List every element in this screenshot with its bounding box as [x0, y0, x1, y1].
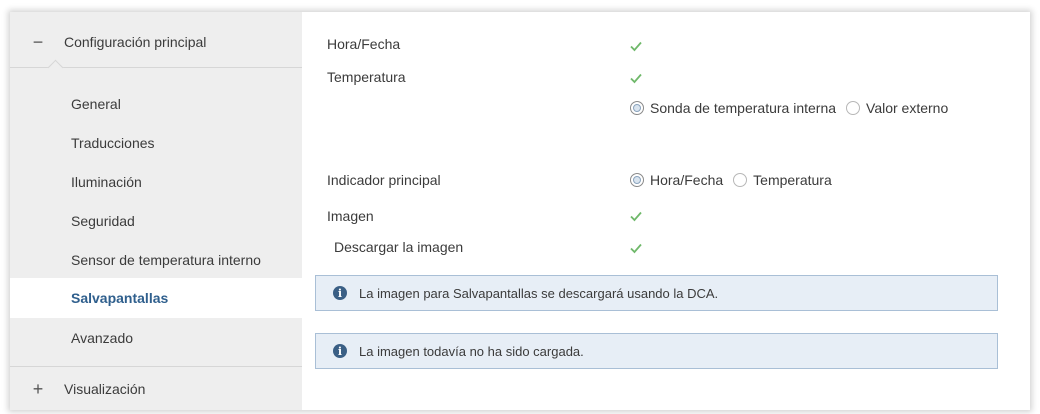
- radio-hora-fecha[interactable]: Hora/Fecha: [630, 172, 723, 188]
- sidebar-item-label: Sensor de temperatura interno: [71, 252, 261, 268]
- temperatura-source-radio-group: Sonda de temperatura interna Valor exter…: [630, 100, 958, 116]
- radio-label: Sonda de temperatura interna: [650, 100, 837, 116]
- checkmark-icon: [630, 41, 642, 52]
- sidebar-item-label: Avanzado: [71, 330, 134, 346]
- sidebar-item-label: Seguridad: [71, 213, 135, 229]
- radio-button[interactable]: [733, 173, 748, 187]
- checkmark-icon: [630, 73, 642, 84]
- hora-fecha-label: Hora/Fecha: [327, 36, 401, 52]
- sidebar-group-visualizacion[interactable]: + Visualización: [10, 367, 302, 410]
- descargar-imagen-checkbox[interactable]: [629, 241, 643, 255]
- radio-label: Temperatura: [753, 172, 832, 188]
- radio-valor-externo[interactable]: Valor externo: [846, 100, 948, 116]
- sidebar-divider: [10, 59, 302, 76]
- sidebar-item-label: Traducciones: [71, 135, 155, 151]
- sidebar-group-label: Visualización: [64, 381, 146, 397]
- sidebar-item-label: Salvapantallas: [71, 290, 169, 306]
- sidebar-item-avanzado[interactable]: Avanzado: [10, 320, 302, 356]
- radio-label: Valor externo: [866, 100, 949, 116]
- checkmark-icon: [630, 243, 642, 254]
- sidebar-item-seguridad[interactable]: Seguridad: [10, 203, 302, 239]
- sidebar-item-sensor-temperatura[interactable]: Sensor de temperatura interno: [10, 242, 302, 278]
- info-message-not-loaded: i La imagen todavía no ha sido cargada.: [315, 333, 998, 369]
- expand-icon[interactable]: +: [30, 380, 46, 398]
- radio-label: Hora/Fecha: [650, 172, 724, 188]
- radio-button[interactable]: [846, 101, 861, 115]
- indicador-principal-label: Indicador principal: [327, 172, 441, 188]
- temperatura-label: Temperatura: [327, 69, 406, 85]
- imagen-label: Imagen: [327, 208, 374, 224]
- sidebar-item-label: General: [71, 96, 121, 112]
- radio-button[interactable]: [630, 101, 644, 115]
- sidebar-item-iluminacion[interactable]: Iluminación: [10, 164, 302, 200]
- collapse-icon[interactable]: −: [30, 33, 46, 51]
- info-text: La imagen para Salvapantallas se descarg…: [359, 285, 719, 301]
- info-icon: i: [333, 286, 347, 300]
- window-frame: − Configuración principal General Traduc…: [10, 12, 1030, 410]
- sidebar-group-label: Configuración principal: [64, 34, 207, 50]
- radio-button[interactable]: [630, 173, 644, 187]
- temperatura-checkbox[interactable]: [629, 71, 643, 85]
- info-message-dca: i La imagen para Salvapantallas se desca…: [315, 275, 998, 311]
- info-text: La imagen todavía no ha sido cargada.: [359, 343, 584, 359]
- sidebar-item-general[interactable]: General: [10, 86, 302, 122]
- sidebar-item-label: Iluminación: [71, 174, 142, 190]
- main-panel: Hora/Fecha Temperatura Sonda de temperat…: [302, 12, 1030, 410]
- info-icon: i: [333, 344, 347, 358]
- sidebar: − Configuración principal General Traduc…: [10, 12, 302, 410]
- radio-temperatura[interactable]: Temperatura: [733, 172, 832, 188]
- hora-fecha-checkbox[interactable]: [629, 39, 643, 53]
- indicador-principal-radio-group: Hora/Fecha Temperatura: [630, 172, 842, 188]
- sidebar-item-traducciones[interactable]: Traducciones: [10, 125, 302, 161]
- radio-sonda-interna[interactable]: Sonda de temperatura interna: [630, 100, 836, 116]
- checkmark-icon: [630, 211, 642, 222]
- sidebar-item-salvapantallas[interactable]: Salvapantallas: [10, 278, 302, 318]
- descargar-imagen-label: Descargar la imagen: [334, 239, 464, 255]
- imagen-checkbox[interactable]: [629, 209, 643, 223]
